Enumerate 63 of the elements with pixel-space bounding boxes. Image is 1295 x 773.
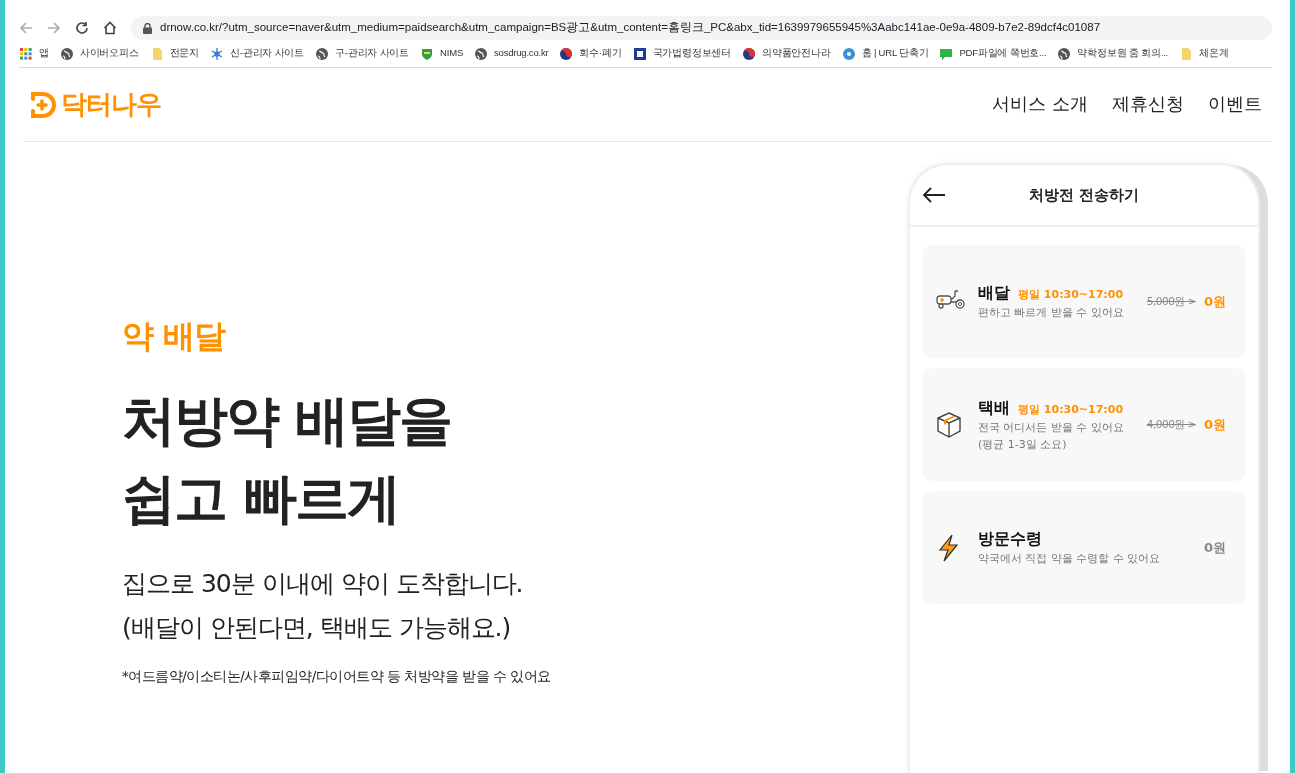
bookmark-link[interactable]: 약학정보원 줌 회의...: [1077, 46, 1169, 61]
bookmark-link[interactable]: 앱: [39, 46, 49, 61]
bookmark-link[interactable]: PDF파일에 쪽번호...: [959, 46, 1047, 61]
bookmark-link[interactable]: 체온계: [1199, 46, 1229, 61]
disc-icon[interactable]: [841, 46, 856, 61]
reload-icon[interactable]: [75, 21, 89, 35]
hours-text: 평일 10:30~17:00: [1018, 287, 1124, 304]
option-description: 약국에서 직접 약을 수령할 수 있어요: [978, 551, 1162, 568]
price-text: 0원: [1203, 415, 1226, 434]
bookmark-link[interactable]: 구-관리자 사이트: [335, 46, 410, 61]
bookmark-link[interactable]: NIMS: [440, 46, 463, 61]
note-text: *여드름약/이소티논/사후피임약/다이어트약 등 처방약을 받을 수 있어요: [122, 667, 552, 686]
nav-link[interactable]: 서비스 소개: [992, 91, 1088, 118]
headline-text: 처방약 배달을: [122, 388, 452, 454]
bookmark-link[interactable]: 홈 | URL 단축기: [861, 46, 929, 61]
bookmark-link[interactable]: 국가법령정보센터: [652, 46, 732, 61]
description-text: 집으로 30분 이내에 약이 도착합니다.: [122, 568, 524, 600]
lock-icon: [143, 22, 152, 34]
hours-text: 평일 10:30~17:00: [1018, 402, 1124, 418]
shield-icon[interactable]: [420, 46, 435, 61]
bookmark-link[interactable]: 의약품안전나라: [762, 46, 831, 61]
option-name: 배달: [978, 282, 1010, 305]
emblem-icon[interactable]: [742, 46, 757, 61]
nav-link[interactable]: 이벤트: [1208, 91, 1262, 118]
box-icon: [937, 411, 961, 438]
bookmark-link[interactable]: 신-관리자 사이트: [230, 46, 305, 61]
option-name: 택배: [978, 397, 1010, 419]
nav-link[interactable]: 제휴신청: [1112, 91, 1184, 118]
headline-text: 쉽고 빠르게: [122, 466, 400, 532]
globe-icon[interactable]: [1057, 46, 1072, 61]
option-card[interactable]: 배달 평일 10:30~17:00 편하고 빠르게 받을 수 있어요 5,000원 > 0원: [922, 245, 1246, 358]
original-price: 4,000원 >: [1146, 416, 1196, 432]
option-name: 방문수령: [978, 528, 1042, 551]
globe-icon[interactable]: [315, 46, 330, 61]
bookmark-link[interactable]: sosdrug.co.kr: [494, 46, 549, 61]
emblem-icon[interactable]: [559, 46, 574, 61]
option-description: 편하고 빠르게 받을 수 있어요: [978, 305, 1125, 322]
globe-icon[interactable]: [59, 46, 74, 61]
option-card[interactable]: 방문수령 약국에서 직접 약을 수령할 수 있어요 0원: [922, 491, 1246, 604]
home-icon[interactable]: [103, 21, 117, 35]
square-icon[interactable]: [632, 46, 647, 61]
category-title: 약 배달: [122, 316, 227, 357]
chat-icon[interactable]: [939, 46, 954, 61]
url-text: drnow.co.kr/?utm_source=naver&utm_medium=paidsearch&utm_campaign=BS광고&utm_content=홈링크_PC&abx_tid=1639979655945%3Aabc141ae-0e9a-4809-b7e2-89dcf4c01087: [160, 20, 1101, 36]
logo-icon: [29, 89, 57, 120]
option-description: 전국 어디서든 받을 수 있어요: [978, 420, 1125, 436]
scooter-icon: [936, 289, 965, 309]
snowflake-icon[interactable]: [210, 46, 225, 61]
original-price: 5,000원 >: [1146, 293, 1196, 309]
apps-icon[interactable]: [19, 46, 33, 61]
price-text: 0원: [1203, 538, 1226, 557]
screen-title: 처방전 전송하기: [1027, 184, 1141, 206]
option-description: (평균 1-3일 소요): [978, 436, 1068, 453]
bookmark-link[interactable]: 회수·폐기: [579, 46, 622, 61]
description-text: (배달이 안된다면, 택배도 가능해요.): [122, 612, 512, 644]
price-text: 0원: [1203, 292, 1226, 311]
globe-icon[interactable]: [474, 46, 488, 61]
bookmark-link[interactable]: 사이버오피스: [79, 46, 139, 61]
option-card[interactable]: 택배 평일 10:30~17:00 전국 어디서든 받을 수 있어요 (평균 1-3일 소요) 4,000원 > 0원: [922, 368, 1246, 481]
back-arrow-icon[interactable]: [922, 187, 946, 203]
bookmark-link[interactable]: 전문지: [169, 46, 200, 61]
lightning-icon: [938, 533, 959, 562]
address-bar[interactable]: drnow.co.kr/?utm_source=naver&utm_medium=paidsearch&utm_campaign=BS광고&utm_content=홈링크_PC&abx_tid=1639979655945%3Aabc141ae-0e9a-4809-b7e2-89dcf4c01087: [131, 16, 1272, 40]
